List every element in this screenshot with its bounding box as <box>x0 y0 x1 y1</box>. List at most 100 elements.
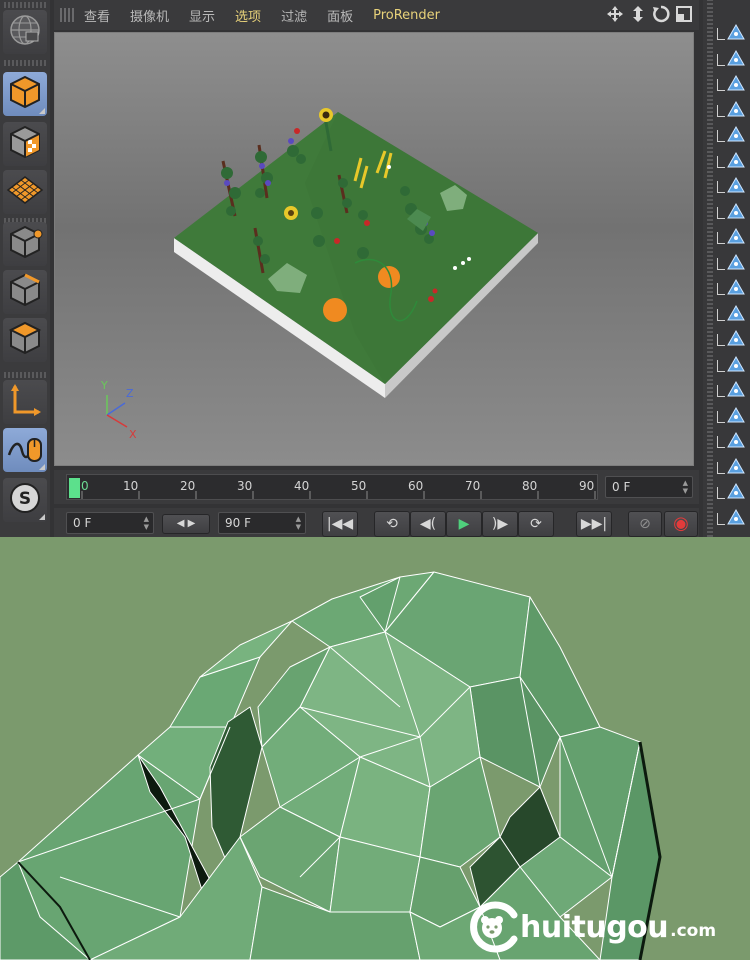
axis-icon <box>7 382 43 422</box>
object-row[interactable] <box>717 277 750 301</box>
object-row[interactable] <box>717 379 750 403</box>
null-object-icon <box>727 329 745 350</box>
range-slider-handle[interactable]: ◀ ▶ <box>162 514 210 534</box>
object-row[interactable] <box>717 405 750 429</box>
record-button[interactable]: ◉ <box>664 511 698 537</box>
palette-grip-2[interactable] <box>4 60 46 66</box>
viewport-menubar: 查看 摄像机 显示 选项 过滤 面板 ProRender <box>54 0 699 30</box>
null-object-icon <box>727 304 745 325</box>
axis-x-label: X <box>129 428 137 441</box>
ruler-ticks <box>81 491 596 499</box>
spinner-icon[interactable]: ▲ ▼ <box>144 515 149 531</box>
edges-mode-button[interactable] <box>3 270 47 314</box>
timeline-ruler[interactable]: 0 10 20 30 40 50 60 70 80 90 <box>66 474 598 500</box>
null-object-icon <box>727 406 745 427</box>
points-mode-button[interactable] <box>3 222 47 266</box>
hierarchy-branch-icon <box>717 308 725 321</box>
globe-icon <box>6 11 44 53</box>
c4d-interface: S 查看 摄像机 显示 选项 过滤 面板 ProRender Y Z X 0 1… <box>0 0 750 537</box>
object-row[interactable] <box>717 150 750 174</box>
null-object-icon <box>727 508 745 529</box>
object-row[interactable] <box>717 354 750 378</box>
object-row[interactable] <box>717 48 750 72</box>
spinner-icon[interactable]: ▲ ▼ <box>683 479 688 495</box>
world-tool-button[interactable] <box>3 10 47 54</box>
menubar-grip-icon[interactable] <box>60 8 74 22</box>
menu-options[interactable]: 选项 <box>235 6 261 25</box>
tool-palette: S <box>0 0 50 537</box>
null-object-icon <box>727 227 745 248</box>
perspective-viewport[interactable]: Y Z X <box>55 33 693 465</box>
menu-prorender[interactable]: ProRender <box>373 8 440 23</box>
edge-cube-icon <box>7 272 43 312</box>
object-row[interactable] <box>717 507 750 531</box>
lettuce-closeup-render: huitugou .com <box>0 537 750 960</box>
object-row[interactable] <box>717 252 750 276</box>
menu-filter[interactable]: 过滤 <box>281 6 307 25</box>
object-row[interactable] <box>717 73 750 97</box>
go-start-button[interactable]: |◀◀ <box>322 511 358 537</box>
end-frame-field[interactable]: 90 F ▲ ▼ <box>218 512 306 534</box>
hierarchy-branch-icon <box>717 487 725 499</box>
object-row[interactable] <box>717 481 750 505</box>
object-row[interactable] <box>717 175 750 199</box>
menu-display[interactable]: 显示 <box>189 6 215 25</box>
tweak-mode-button[interactable] <box>3 428 47 472</box>
axis-gizmo <box>106 395 128 428</box>
object-row[interactable] <box>717 201 750 225</box>
model-mode-button[interactable] <box>3 72 47 116</box>
snap-tool-button[interactable]: S <box>3 478 47 522</box>
menu-camera[interactable]: 摄像机 <box>130 6 169 25</box>
next-key-button[interactable]: ⟳ <box>518 511 554 537</box>
object-row[interactable] <box>717 430 750 454</box>
object-row[interactable] <box>717 99 750 123</box>
hierarchy-branch-icon <box>717 181 725 193</box>
start-frame-field[interactable]: 0 F ▲ ▼ <box>66 512 154 534</box>
object-row[interactable] <box>717 303 750 327</box>
hierarchy-branch-icon <box>717 130 725 142</box>
checker-cube-icon <box>7 124 43 164</box>
spinner-icon[interactable]: ▲ ▼ <box>296 515 301 531</box>
strip-grip[interactable] <box>707 0 713 537</box>
null-object-icon <box>727 355 745 376</box>
zoom-view-icon[interactable] <box>629 5 647 25</box>
null-object-icon <box>727 49 745 70</box>
move-view-icon[interactable] <box>606 5 624 25</box>
go-end-button[interactable]: ▶▶| <box>576 511 612 537</box>
object-row[interactable] <box>717 456 750 480</box>
go-start-icon: |◀◀ <box>326 516 354 532</box>
workplane-mode-button[interactable] <box>3 170 47 214</box>
prev-key-button[interactable]: ⟲ <box>374 511 410 537</box>
watermark-suffix: .com <box>670 921 717 941</box>
hierarchy-branch-icon <box>717 385 725 397</box>
palette-grip-4[interactable] <box>4 372 46 378</box>
menu-view[interactable]: 查看 <box>84 6 110 25</box>
next-frame-button[interactable]: )▶ <box>482 511 518 537</box>
hierarchy-branch-icon <box>717 461 725 474</box>
prev-key-icon: ⟲ <box>386 516 398 532</box>
axis-mode-button[interactable] <box>3 380 47 424</box>
hierarchy-branch-icon <box>717 410 725 423</box>
current-frame-field[interactable]: 0 F ▲ ▼ <box>605 476 693 498</box>
polygons-mode-button[interactable] <box>3 318 47 362</box>
timeline: 0 10 20 30 40 50 60 70 80 90 0 F ▲ ▼ <box>54 470 699 504</box>
keyframe-button[interactable]: ⊘ <box>628 511 662 537</box>
object-row[interactable] <box>717 22 750 46</box>
hierarchy-branch-icon <box>717 334 725 346</box>
hierarchy-branch-icon <box>717 155 725 168</box>
texture-mode-button[interactable] <box>3 122 47 166</box>
object-row[interactable] <box>717 124 750 148</box>
cube-icon <box>7 74 43 114</box>
object-row[interactable] <box>717 328 750 352</box>
prev-frame-button[interactable]: ◀( <box>410 511 446 537</box>
maximize-view-icon[interactable] <box>675 5 693 25</box>
current-frame-value: 0 F <box>612 480 631 494</box>
rotate-view-icon[interactable] <box>652 5 670 25</box>
palette-grip[interactable] <box>4 2 46 8</box>
hierarchy-branch-icon <box>717 104 725 117</box>
hierarchy-branch-icon <box>717 359 725 372</box>
play-button[interactable]: ▶ <box>446 511 482 537</box>
object-row[interactable] <box>717 226 750 250</box>
menu-panel[interactable]: 面板 <box>327 6 353 25</box>
object-manager-strip <box>703 0 750 537</box>
